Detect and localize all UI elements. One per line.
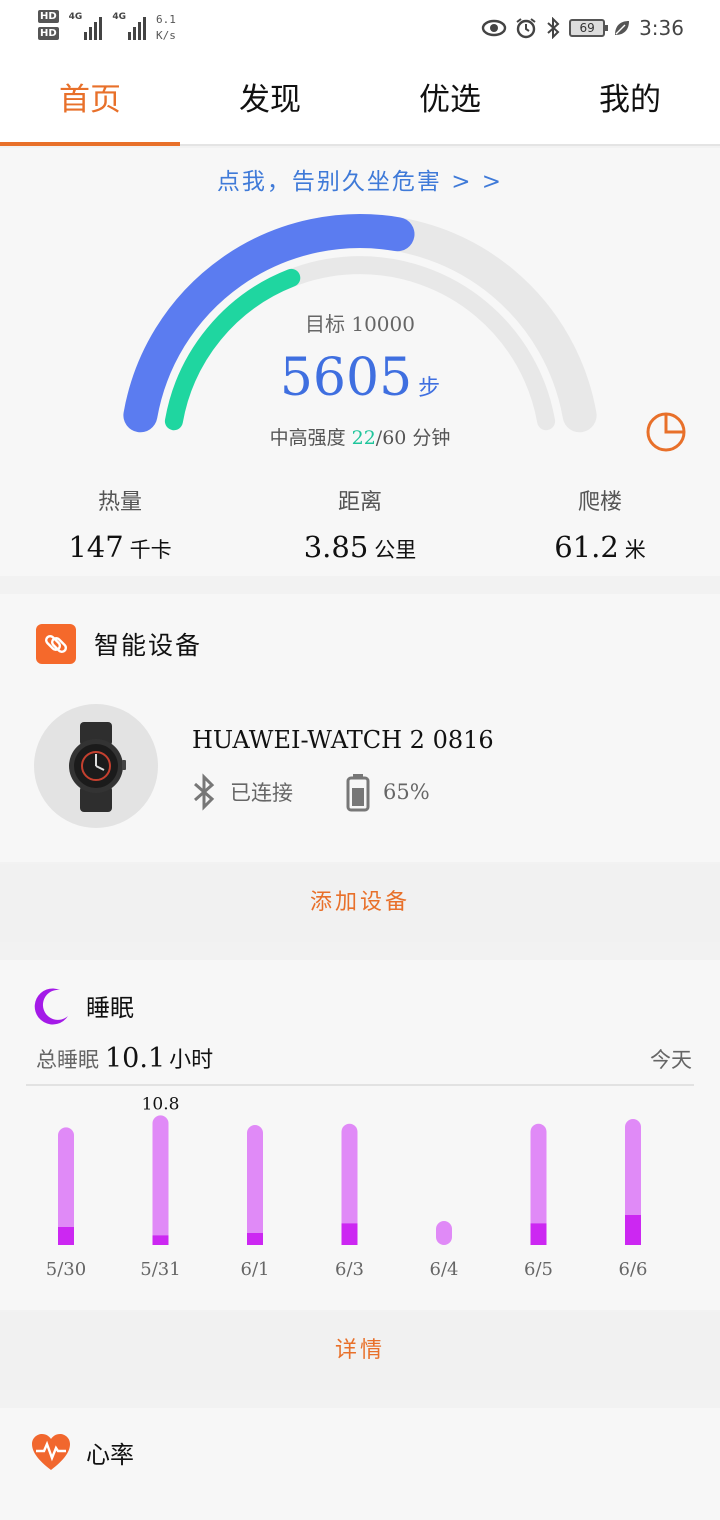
sleep-chart[interactable]: 5/30 5/31 6/1 6/3 6/4 6/5 6/6 10.8	[0, 1090, 720, 1290]
step-count[interactable]: 5605 步	[0, 348, 720, 408]
stat-distance-value: 3.85	[303, 530, 369, 564]
battery-indicator: 69	[569, 19, 609, 37]
heart-icon	[32, 1434, 70, 1470]
sleep-bar-deep-6/1	[247, 1233, 263, 1245]
leaf-icon	[615, 21, 630, 35]
stat-distance[interactable]: 距离 3.85 公里	[240, 484, 480, 564]
sleep-header: 睡眠	[30, 984, 134, 1026]
sleep-bar-deep-6/6	[625, 1215, 641, 1245]
device-name[interactable]: HUAWEI-WATCH 2 0816	[192, 726, 494, 754]
stat-distance-unit: 公里	[374, 538, 417, 562]
sleep-total-unit: 小时	[169, 1048, 214, 1073]
pie-chart-icon[interactable]	[644, 410, 688, 454]
bluetooth-icon	[547, 17, 560, 39]
status-right: 69 3:36	[481, 16, 684, 40]
intensity-value: 22	[351, 427, 376, 449]
sleep-total: 总睡眠 10.1 小时	[36, 1042, 213, 1074]
hd-badge-1: HD	[38, 10, 59, 23]
heart-rate-title: 心率	[86, 1440, 134, 1469]
tab-mine[interactable]: 我的	[540, 62, 720, 144]
stat-distance-label: 距离	[337, 490, 382, 515]
stat-calories[interactable]: 热量 147 千卡	[0, 484, 240, 564]
stat-calories-value: 147	[68, 530, 124, 564]
sleep-bar-5/31[interactable]	[152, 1115, 169, 1245]
activity-stats: 热量 147 千卡 距离 3.85 公里 爬楼 61.2 米	[0, 484, 720, 564]
stat-calories-unit: 千卡	[129, 538, 172, 562]
moon-icon	[34, 988, 68, 1025]
stat-climb-value: 61.2	[554, 530, 619, 564]
tab-discover[interactable]: 发现	[180, 62, 360, 144]
status-bar: HD HD 4G 4G 6.1 K/s 69 3:36	[0, 0, 720, 62]
signal-icon-1: 4G	[69, 12, 103, 40]
sleep-bar-6/1[interactable]	[247, 1125, 263, 1245]
speed-value: 6.1	[155, 13, 176, 26]
sleep-total-value: 10.1	[105, 1043, 166, 1074]
status-left: HD HD 4G 4G 6.1 K/s	[38, 10, 176, 44]
device-status: 已连接 65%	[190, 772, 430, 812]
sleep-x-label: 5/30	[46, 1259, 86, 1280]
step-goal: 目标 10000	[305, 312, 415, 336]
sleep-bar-deep-5/30	[58, 1227, 74, 1245]
watch-image[interactable]	[34, 704, 158, 828]
sedentary-reminder-link[interactable]: 点我，告别久坐危害 > >	[0, 162, 720, 196]
hd-indicators: HD HD	[38, 10, 59, 40]
sleep-x-label: 6/1	[241, 1259, 270, 1280]
step-count-value: 5605	[279, 348, 413, 408]
sleep-card: 睡眠 总睡眠 10.1 小时 今天 5/30 5/31 6/1 6/3 6/4 6/5 6/6 1…	[0, 960, 720, 1310]
device-card-title: 智能设备	[94, 631, 203, 660]
add-device-button[interactable]: 添加设备	[0, 864, 720, 942]
eye-icon	[481, 19, 507, 37]
sleep-title: 睡眠	[86, 993, 134, 1022]
device-link-icon	[36, 624, 76, 664]
sleep-bar-deep-6/3	[341, 1223, 358, 1245]
sleep-x-label: 6/6	[619, 1259, 648, 1280]
device-battery: 65%	[383, 780, 430, 804]
connection-status: 已连接	[230, 781, 293, 805]
sleep-total-label: 总睡眠	[36, 1048, 99, 1072]
device-card-header: 智能设备	[36, 624, 202, 664]
network-speed: 6.1 K/s	[156, 12, 176, 44]
hd-badge-2: HD	[38, 27, 59, 40]
network-type-2: 4G	[112, 12, 126, 22]
stat-climb-unit: 米	[624, 538, 646, 562]
intensity-minutes: 中高强度 22/60 分钟	[0, 423, 720, 450]
intensity-label: 中高强度	[269, 427, 352, 449]
sleep-data-label: 10.8	[142, 1094, 180, 1114]
sleep-period: 今天	[650, 1048, 692, 1072]
sleep-details-button[interactable]: 详情	[0, 1312, 720, 1390]
stat-climb[interactable]: 爬楼 61.2 米	[480, 484, 720, 564]
sleep-x-label: 6/5	[524, 1259, 553, 1280]
divider	[26, 1084, 694, 1086]
heart-rate-header: 心率	[30, 1432, 134, 1472]
intensity-goal: /60 分钟	[375, 427, 451, 449]
stat-calories-label: 热量	[97, 490, 142, 515]
stat-climb-label: 爬楼	[577, 490, 622, 515]
steps-card: 点我，告别久坐危害 > > 目标 10000 5605 步 中高强度 22/60 …	[0, 148, 720, 576]
sleep-bar-deep-6/5	[530, 1223, 547, 1245]
main-tabs: 首页 发现 优选 我的	[0, 62, 720, 146]
battery-icon	[346, 774, 370, 812]
sleep-x-label: 5/31	[140, 1259, 180, 1280]
heart-rate-card: 心率	[0, 1408, 720, 1520]
smart-device-card: 智能设备 HUAWEI-WATCH 2 0816 已连接 65%	[0, 594, 720, 862]
sleep-x-label: 6/3	[335, 1259, 364, 1280]
sleep-bar-6/4[interactable]	[436, 1221, 452, 1245]
sleep-bar-deep-5/31	[152, 1235, 169, 1245]
speed-unit: K/s	[155, 29, 176, 42]
step-count-unit: 步	[418, 376, 441, 401]
alarm-icon	[516, 18, 536, 39]
signal-icon-2: 4G	[112, 12, 146, 40]
tab-selected[interactable]: 优选	[360, 62, 540, 144]
network-type-1: 4G	[68, 12, 83, 22]
tab-home[interactable]: 首页	[0, 62, 180, 146]
sleep-x-label: 6/4	[430, 1259, 459, 1280]
bluetooth-icon	[194, 773, 215, 811]
clock-time: 3:36	[639, 16, 684, 40]
